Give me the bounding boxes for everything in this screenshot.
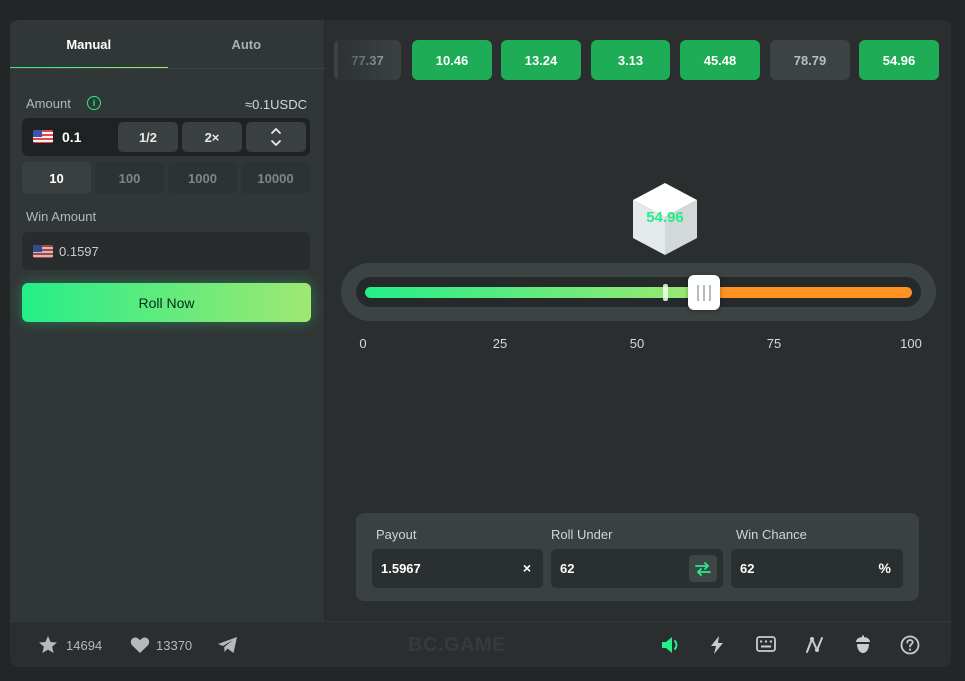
roll-slider[interactable] [341, 263, 936, 321]
result-marker [663, 284, 669, 301]
history-item[interactable]: 54.96 [859, 40, 939, 80]
heart-icon[interactable] [130, 636, 150, 654]
win-amount-label: Win Amount [26, 209, 97, 224]
info-icon[interactable]: i [87, 96, 101, 110]
slider-tick: 0 [359, 336, 367, 351]
star-icon[interactable] [38, 635, 58, 655]
win-amount-value: 0.1597 [59, 244, 99, 259]
fairness-icon[interactable] [854, 635, 872, 655]
dice-game-app: Manual Auto Amount i ≈0.1USDC 0.1 1/2 2×… [10, 20, 951, 667]
amount-value: 0.1 [62, 129, 82, 145]
brand-logo: BC.GAME [408, 634, 506, 656]
payout-suffix: × [522, 560, 531, 576]
roll-under-value: 62 [560, 561, 575, 576]
roll-result-value: 54.96 [646, 209, 684, 226]
roll-under-input[interactable]: 62 [551, 549, 723, 588]
half-button[interactable]: 1/2 [118, 122, 178, 152]
result-history: 77.37 10.46 13.24 3.13 45.48 78.79 54.96 [334, 40, 940, 80]
slider-tick: 75 [766, 336, 782, 351]
win-range-fill [365, 287, 705, 298]
payout-input[interactable]: 1.5967 × [372, 549, 543, 588]
slider-bar [356, 275, 921, 310]
history-item[interactable]: 78.79 [770, 40, 850, 80]
slider-handle[interactable] [688, 275, 721, 310]
help-icon[interactable] [900, 635, 920, 655]
preset-chip[interactable]: 10 [22, 162, 91, 194]
footer-bar: 14694 13370 BC.GAME [10, 621, 951, 667]
keyboard-icon[interactable] [756, 636, 776, 652]
bet-stats-panel: Payout 1.5967 × Roll Under 62 Win Chance… [356, 513, 919, 601]
history-item[interactable]: 77.37 [334, 40, 401, 80]
history-item[interactable]: 13.24 [501, 40, 581, 80]
payout-label: Payout [376, 527, 417, 542]
amount-presets: 10 100 1000 10000 [22, 162, 310, 194]
lose-range-fill [704, 287, 912, 298]
win-chance-input[interactable]: 62 % [731, 549, 903, 588]
adjust-button[interactable] [246, 122, 306, 152]
tabs-divider [10, 68, 325, 69]
win-chance-suffix: % [878, 560, 891, 576]
chevron-up-down-icon [271, 128, 281, 146]
roll-under-label: Roll Under [551, 527, 613, 542]
slider-tick: 100 [900, 336, 922, 351]
likes-count: 13370 [156, 638, 193, 653]
flag-icon [33, 245, 53, 258]
amount-approx-value: ≈0.1USDC [244, 97, 307, 112]
preset-chip[interactable]: 1000 [168, 162, 237, 194]
chart-icon[interactable] [805, 635, 825, 655]
bet-mode-tabs: Manual Auto [10, 20, 325, 69]
roll-now-button[interactable]: Roll Now [22, 283, 311, 322]
swap-icon [695, 561, 711, 576]
tab-manual[interactable]: Manual [10, 20, 168, 69]
tab-auto[interactable]: Auto [168, 20, 326, 69]
lightning-icon[interactable] [709, 635, 725, 655]
sound-icon[interactable] [660, 635, 682, 655]
bet-panel: Manual Auto Amount i ≈0.1USDC 0.1 1/2 2×… [10, 20, 325, 621]
history-item[interactable]: 45.48 [680, 40, 760, 80]
favorites-count: 14694 [66, 638, 103, 653]
win-chance-label: Win Chance [736, 527, 807, 542]
slider-tick: 50 [629, 336, 645, 351]
history-item[interactable]: 3.13 [591, 40, 670, 80]
win-amount-field: 0.1597 [22, 232, 310, 270]
telegram-icon[interactable] [217, 636, 238, 654]
amount-input[interactable]: 0.1 1/2 2× [22, 118, 310, 156]
dice-cube: 54.96 [630, 181, 700, 257]
amount-label: Amount [26, 96, 71, 111]
preset-chip[interactable]: 10000 [241, 162, 310, 194]
slider-tick: 25 [492, 336, 508, 351]
payout-value: 1.5967 [381, 561, 421, 576]
preset-chip[interactable]: 100 [95, 162, 164, 194]
history-item[interactable]: 10.46 [412, 40, 492, 80]
flag-icon [33, 130, 53, 143]
double-button[interactable]: 2× [182, 122, 242, 152]
swap-button[interactable] [689, 555, 717, 582]
win-chance-value: 62 [740, 561, 755, 576]
